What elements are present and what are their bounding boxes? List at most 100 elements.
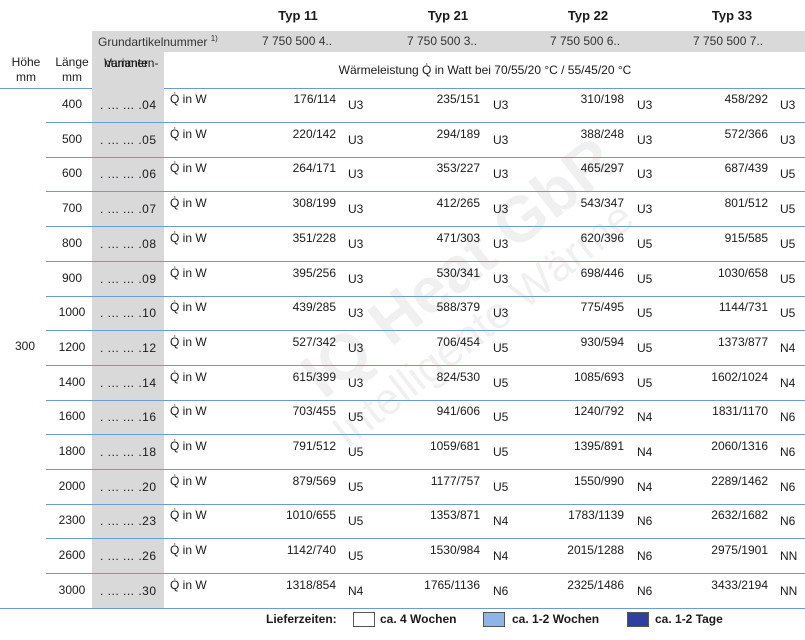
row-delivery-code-typ-21: U3 — [493, 167, 509, 182]
row-value-typ-21: 706/454 — [436, 334, 480, 349]
type-header-22: Typ 22 — [567, 8, 609, 23]
row-value-typ-22: 930/594 — [580, 334, 624, 349]
row-delivery-code-typ-21: N4 — [493, 549, 509, 564]
legend-swatch-1-2-wochen — [483, 612, 505, 627]
row-length: 1000 — [58, 305, 86, 320]
row-delivery-code-typ-11: U5 — [348, 479, 364, 494]
row-delivery-code-typ-22: N6 — [637, 583, 653, 598]
row-delivery-code-typ-21: U3 — [493, 132, 509, 147]
row-value-typ-11: 703/455 — [292, 404, 336, 419]
row-delivery-code-typ-21: U3 — [493, 271, 509, 286]
row-delivery-code-typ-21: U5 — [493, 375, 509, 390]
row-value-typ-11: 395/256 — [292, 265, 336, 280]
row-length: 700 — [61, 201, 83, 216]
row-delivery-code-typ-33: U3 — [780, 98, 796, 112]
row-length: 600 — [61, 166, 83, 181]
header-hoehe: Höhe mm — [11, 55, 41, 84]
row-delivery-code-typ-21: U5 — [493, 445, 509, 459]
legend-text-1-2-tage: ca. 1-2 Tage — [655, 612, 723, 626]
row-variant-number: . ... ... .09 — [100, 271, 157, 286]
type-header-33: Typ 33 — [711, 8, 753, 23]
row-value-typ-21: 1177/757 — [430, 473, 480, 488]
row-variant-number: . ... ... .12 — [100, 340, 157, 355]
row-delivery-code-typ-22: N6 — [637, 514, 653, 529]
legend-text-1-2-wochen: ca. 1-2 Wochen — [512, 612, 600, 626]
table-row: 2300 . ... ... .23 Q̇ in W 1010/655 U5 1353/8… — [0, 504, 805, 540]
row-delivery-code-typ-33: U5 — [780, 167, 796, 182]
row-delivery-code-typ-21: U3 — [493, 98, 509, 112]
row-value-typ-33: 2060/1316 — [711, 439, 768, 453]
row-delivery-code-typ-22: U5 — [637, 375, 653, 390]
row-value-typ-22: 1783/1139 — [568, 508, 624, 523]
row-q-label: Q̇ in W — [170, 577, 207, 592]
row-delivery-code-typ-22: U5 — [637, 340, 653, 355]
row-q-label: Q̇ in W — [170, 300, 207, 315]
table-row: 1200 . ... ... .12 Q̇ in W 527/342 U3 706/454… — [0, 331, 805, 366]
row-delivery-code-typ-11: U3 — [348, 202, 364, 217]
row-delivery-code-typ-33: N6 — [780, 410, 796, 425]
row-q-label: Q̇ in W — [170, 92, 207, 106]
row-value-typ-21: 1353/871 — [429, 508, 480, 523]
row-delivery-code-typ-33: NN — [780, 583, 798, 598]
header-variantennummer: Varianten-nummer — [92, 52, 164, 88]
row-value-typ-11: 791/512 — [292, 439, 336, 453]
table-row: 800 . ... ... .08 Q̇ in W 351/228 U3 471/303 U… — [0, 227, 805, 262]
row-value-typ-33: 1144/731 — [718, 300, 768, 315]
row-length: 500 — [61, 131, 83, 146]
row-value-typ-33: 1030/658 — [717, 265, 768, 280]
row-delivery-code-typ-11: U5 — [348, 549, 364, 564]
row-delivery-code-typ-11: U3 — [348, 132, 364, 147]
table-row: 1000 . ... ... .10 Q̇ in W 439/285 U3 588/379… — [0, 296, 805, 332]
row-q-label: Q̇ in W — [170, 508, 207, 523]
row-q-label: Q̇ in W — [170, 404, 207, 419]
row-value-typ-11: 1142/740 — [286, 543, 336, 558]
row-q-label: Q̇ in W — [170, 161, 207, 176]
row-value-typ-22: 1395/891 — [573, 439, 624, 453]
row-value-typ-11: 264/171 — [292, 161, 336, 176]
row-value-typ-11: 879/569 — [292, 473, 336, 488]
row-delivery-code-typ-33: N6 — [780, 514, 796, 529]
legend-swatch-1-2-tage — [627, 612, 649, 627]
row-variant-number: . ... ... .04 — [100, 98, 157, 112]
row-variant-number: . ... ... .30 — [100, 583, 157, 598]
row-variant-number: . ... ... .16 — [100, 410, 157, 425]
row-delivery-code-typ-21: U5 — [493, 340, 509, 355]
row-delivery-code-typ-22: U3 — [637, 132, 653, 147]
row-value-typ-21: 1530/984 — [429, 543, 480, 558]
table-row: 3000 . ... ... .30 Q̇ in W 1318/854 N4 1765/1… — [0, 574, 805, 609]
table-row: 600 . ... ... .06 Q̇ in W 264/171 U3 353/227 U… — [0, 157, 805, 193]
row-variant-number: . ... ... .23 — [100, 514, 157, 529]
row-value-typ-33: 1831/1170 — [712, 404, 768, 419]
row-delivery-code-typ-21: N4 — [493, 514, 509, 529]
article-number-22: 7 750 500 6.. — [550, 34, 621, 48]
row-value-typ-22: 2325/1486 — [567, 577, 624, 592]
row-q-label: Q̇ in W — [170, 265, 207, 280]
row-value-typ-21: 941/606 — [436, 404, 480, 419]
row-value-typ-21: 412/265 — [436, 196, 480, 211]
row-delivery-code-typ-33: N6 — [780, 445, 796, 459]
table-row: 400 . ... ... .04 Q̇ in W 176/114 U3 235/151 U… — [0, 88, 805, 123]
article-number-21: 7 750 500 3.. — [407, 34, 478, 48]
row-value-typ-21: 471/303 — [436, 230, 480, 245]
row-value-typ-11: 1010/655 — [285, 508, 336, 523]
row-q-label: Q̇ in W — [170, 543, 207, 558]
row-delivery-code-typ-11: U3 — [348, 271, 364, 286]
row-value-typ-22: 1240/792 — [573, 404, 624, 419]
row-length: 1600 — [58, 409, 86, 424]
type-header-21: Typ 21 — [427, 8, 469, 23]
row-value-typ-33: 1602/1024 — [711, 369, 768, 384]
row-delivery-code-typ-33: U3 — [780, 132, 796, 147]
row-value-typ-22: 775/495 — [580, 300, 624, 315]
row-delivery-code-typ-22: U3 — [637, 202, 653, 217]
row-value-typ-33: 2975/1901 — [711, 543, 768, 558]
row-delivery-code-typ-33: U5 — [780, 306, 796, 321]
table-row: 500 . ... ... .05 Q̇ in W 220/142 U3 294/189 U… — [0, 123, 805, 158]
row-value-typ-11: 615/399 — [292, 369, 336, 384]
row-delivery-code-typ-22: U3 — [637, 98, 653, 112]
row-delivery-code-typ-33: N6 — [780, 479, 796, 494]
table-row: 1400 . ... ... .14 Q̇ in W 615/399 U3 824/530… — [0, 366, 805, 401]
row-delivery-code-typ-11: U3 — [348, 306, 364, 321]
row-value-typ-22: 620/396 — [580, 230, 624, 245]
row-delivery-code-typ-11: U3 — [348, 340, 364, 355]
grundartikel-band: Grundartikelnummer 1) 7 750 500 4.. 7 75… — [92, 31, 805, 52]
